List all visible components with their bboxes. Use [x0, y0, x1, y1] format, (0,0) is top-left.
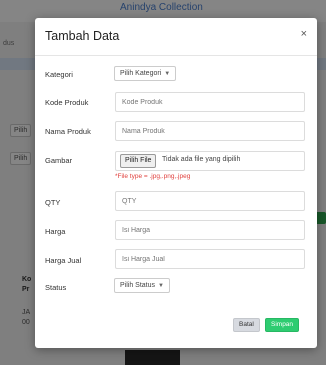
- kode-produk-label: Kode Produk: [45, 98, 89, 107]
- harga-label: Harga: [45, 227, 66, 236]
- choose-file-button[interactable]: Pilih File: [120, 154, 157, 168]
- kategori-select[interactable]: Pilih Kategori ▼: [114, 66, 177, 81]
- chevron-down-icon: ▼: [158, 283, 164, 289]
- harga-jual-input[interactable]: [115, 249, 305, 269]
- add-data-modal: Tambah Data × Kategori Pilih Kategori ▼ K…: [35, 18, 317, 348]
- modal-title: Tambah Data: [45, 29, 120, 43]
- kategori-select-value: Pilih Kategori: [120, 70, 162, 77]
- kategori-label: Kategori: [45, 70, 73, 79]
- status-label: Status: [45, 283, 67, 292]
- nama-produk-input[interactable]: [115, 121, 305, 141]
- status-select[interactable]: Pilih Status ▼: [114, 278, 170, 293]
- close-icon[interactable]: ×: [301, 28, 307, 40]
- status-select-value: Pilih Status: [120, 282, 156, 289]
- nama-produk-label: Nama Produk: [45, 127, 91, 136]
- file-type-hint: *File type = .jpg,.png,.jpeg: [115, 173, 191, 180]
- qty-label: QTY: [45, 198, 61, 207]
- save-button[interactable]: Simpan: [265, 318, 300, 332]
- chevron-down-icon: ▼: [164, 71, 171, 77]
- gambar-label: Gambar: [45, 156, 73, 165]
- harga-input[interactable]: [115, 220, 305, 240]
- cancel-button[interactable]: Batal: [233, 318, 260, 332]
- harga-jual-label: Harga Jual: [45, 256, 82, 265]
- file-status-text: Tidak ada file yang dipilih: [162, 156, 241, 163]
- gambar-file-input[interactable]: Pilih File Tidak ada file yang dipilih: [115, 151, 305, 171]
- kode-produk-input[interactable]: [115, 92, 305, 112]
- modal-header: Tambah Data ×: [35, 18, 317, 56]
- qty-input[interactable]: [115, 191, 305, 211]
